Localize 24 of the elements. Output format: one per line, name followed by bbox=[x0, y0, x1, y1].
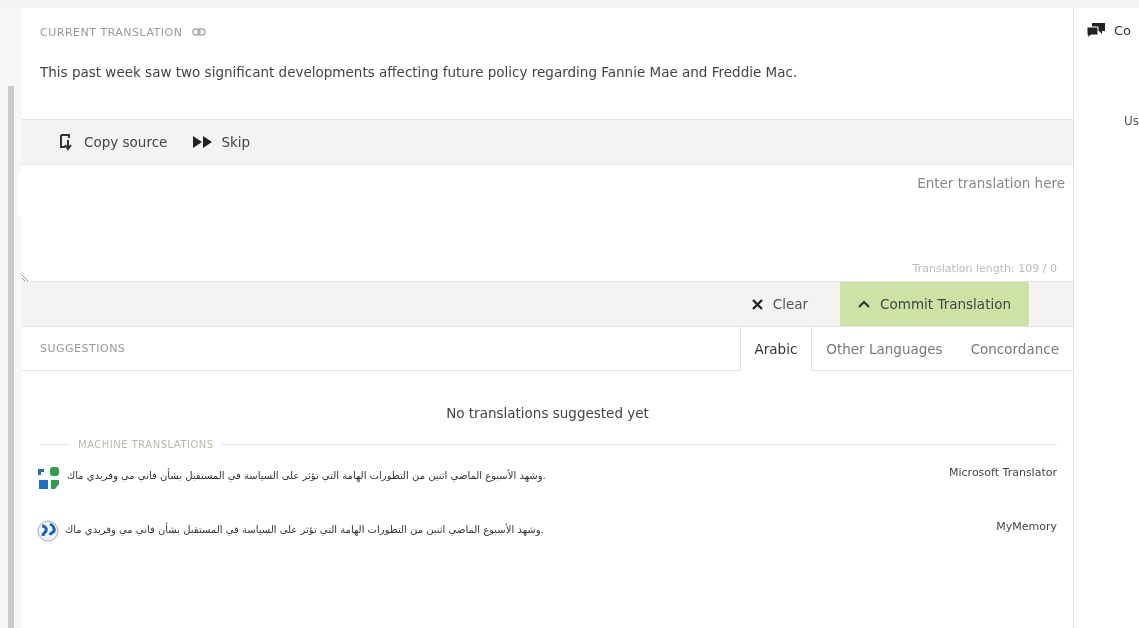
provider-name: Microsoft Translator bbox=[949, 466, 1057, 479]
fast-forward-icon bbox=[193, 136, 214, 148]
machine-translation[interactable]: وشهد الأسبوع الماضي اثنين من التطورات الهامة التي تؤثر على السياسة في المستقبل بشأن فاني مي وفريدي ماك. bbox=[65, 520, 991, 535]
scrollbar[interactable] bbox=[8, 86, 14, 628]
link-icon[interactable] bbox=[192, 28, 207, 36]
section-heading: SUGGESTIONS bbox=[40, 342, 126, 355]
chevron-up-icon bbox=[858, 300, 871, 308]
close-icon bbox=[751, 298, 763, 310]
clear-button[interactable]: Clear bbox=[719, 282, 841, 326]
skip-button[interactable]: Skip bbox=[187, 130, 257, 154]
panel-title: Co bbox=[1114, 22, 1132, 38]
panel-label: Us bbox=[1124, 114, 1139, 128]
translation-field[interactable]: Enter translation here bbox=[18, 173, 1067, 217]
length-counter: Translation length: 109 / 0 bbox=[912, 262, 1057, 275]
commit-button[interactable]: Commit Translation bbox=[840, 282, 1029, 326]
comments-icon bbox=[1086, 22, 1106, 38]
provider-name: MyMemory bbox=[996, 520, 1057, 533]
copy-source-button[interactable]: Copy source bbox=[52, 129, 174, 155]
machine-translation[interactable]: وشهد الأسبوع الماضي اثنين من التطورات الهامة التي تؤثر على السياسة في المستقبل بشأن فاني مي وفريدي ماك. bbox=[67, 466, 943, 481]
section-heading: MACHINE TRANSLATIONS bbox=[78, 439, 214, 450]
source-text: This past week saw two significant developments affecting future policy regarding Fannie Mae and Freddie Mac. bbox=[39, 63, 799, 82]
empty-message: No translations suggested yet bbox=[446, 405, 649, 421]
language-tab[interactable]: Arabic bbox=[739, 327, 813, 371]
section-heading: CURRENT TRANSLATION bbox=[40, 25, 183, 39]
